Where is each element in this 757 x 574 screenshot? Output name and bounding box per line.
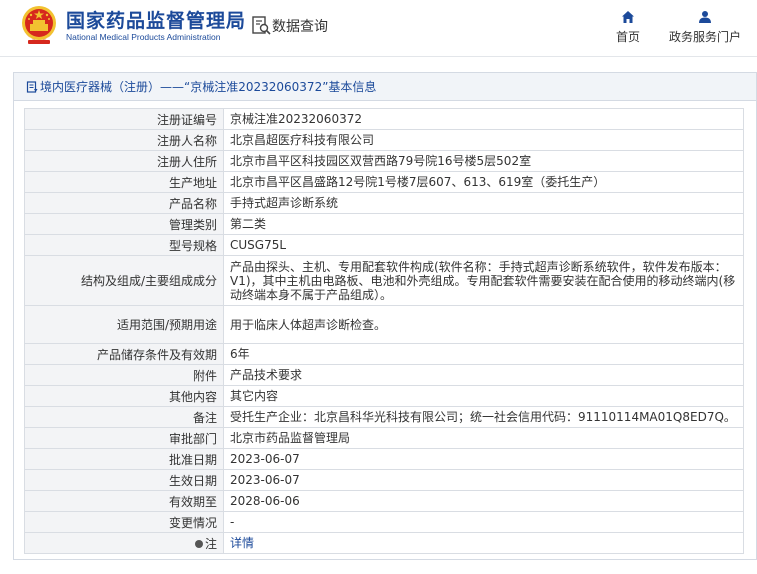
row-value: 手持式超声诊断系统 [223, 192, 744, 214]
row-value: 详情 [223, 532, 744, 554]
row-value: 6年 [223, 343, 744, 365]
row-value: 2023-06-07 [223, 448, 744, 470]
table-row: 结构及组成/主要组成成分 产品由探头、主机、专用配套软件构成(软件名称：手持式超… [24, 255, 744, 306]
table-row: 审批部门 北京市药品监督管理局 [24, 427, 744, 449]
table-row: 注册人住所 北京市昌平区科技园区双营西路79号院16号楼5层502室 [24, 150, 744, 172]
note-bullet-icon [194, 539, 203, 548]
table-row: 变更情况 - [24, 511, 744, 533]
table-row: 生效日期 2023-06-07 [24, 469, 744, 491]
table-row: 注册人名称 北京昌超医疗科技有限公司 [24, 129, 744, 151]
row-value: 北京市药品监督管理局 [223, 427, 744, 449]
table-row: 备注 受托生产企业：北京昌科华光科技有限公司；统一社会信用代码：91110114… [24, 406, 744, 428]
table-row: 其他内容 其它内容 [24, 385, 744, 407]
row-key: 产品名称 [24, 192, 224, 214]
row-value: 产品技术要求 [223, 364, 744, 386]
table-row: 生产地址 北京市昌平区昌盛路12号院1号楼7层607、613、619室（委托生产… [24, 171, 744, 193]
nav-gov-service-portal-link[interactable]: 政务服务门户 [666, 10, 744, 45]
nav-home-label: 首页 [615, 30, 640, 44]
row-value: 京械注准20232060372 [223, 108, 744, 130]
row-value: 其它内容 [223, 385, 744, 407]
row-value: 北京昌超医疗科技有限公司 [223, 129, 744, 151]
row-key: 适用范围/预期用途 [24, 305, 224, 344]
table-row: 产品名称 手持式超声诊断系统 [24, 192, 744, 214]
table-row: 注 详情 [24, 532, 744, 554]
row-key: 注册证编号 [24, 108, 224, 130]
row-key: 附件 [24, 364, 224, 386]
row-key: 生产地址 [24, 171, 224, 193]
table-row: 注册证编号 京械注准20232060372 [24, 108, 744, 130]
data-query-label: 数据查询 [272, 19, 328, 35]
registration-info-panel: 境内医疗器械（注册）——“京械注准20232060372”基本信息 注册证编号 … [13, 72, 757, 560]
row-key: 备注 [24, 406, 224, 428]
row-key: 变更情况 [24, 511, 224, 533]
table-row: 批准日期 2023-06-07 [24, 448, 744, 470]
row-value: 产品由探头、主机、专用配套软件构成(软件名称：手持式超声诊断系统软件，软件发布版… [223, 255, 744, 306]
row-value: CUSG75L [223, 234, 744, 256]
home-icon [622, 11, 634, 23]
row-key: 生效日期 [24, 469, 224, 491]
row-value: 北京市昌平区昌盛路12号院1号楼7层607、613、619室（委托生产） [223, 171, 744, 193]
row-key: 产品储存条件及有效期 [24, 343, 224, 365]
row-key: 注册人名称 [24, 129, 224, 151]
table-row: 产品储存条件及有效期 6年 [24, 343, 744, 365]
user-icon [699, 11, 711, 23]
row-key: 管理类别 [24, 213, 224, 235]
row-value: 2028-06-06 [223, 490, 744, 512]
row-key: 其他内容 [24, 385, 224, 407]
row-key: 审批部门 [24, 427, 224, 449]
registration-info-table: 注册证编号 京械注准20232060372 注册人名称 北京昌超医疗科技有限公司… [24, 108, 744, 554]
row-value: 第二类 [223, 213, 744, 235]
row-value: - [223, 511, 744, 533]
details-link[interactable]: 详情 [230, 536, 254, 550]
panel-title: 境内医疗器械（注册）——“京械注准20232060372”基本信息 [14, 73, 756, 101]
panel-title-text: 境内医疗器械（注册）——“京械注准20232060372”基本信息 [40, 80, 377, 94]
table-row: 型号规格 CUSG75L [24, 234, 744, 256]
nav-home-link[interactable]: 首页 [610, 10, 646, 45]
site-header: 国家药品监督管理局 National Medical Products Admi… [0, 0, 757, 57]
table-row: 管理类别 第二类 [24, 213, 744, 235]
row-key: 型号规格 [24, 234, 224, 256]
document-icon [26, 81, 38, 93]
data-search-icon [252, 16, 271, 35]
national-emblem-icon [22, 6, 56, 44]
note-key-label: 注 [204, 536, 217, 551]
table-row: 有效期至 2028-06-06 [24, 490, 744, 512]
row-key: 有效期至 [24, 490, 224, 512]
table-row: 附件 产品技术要求 [24, 364, 744, 386]
row-value: 用于临床人体超声诊断检查。 [223, 305, 744, 344]
nav-portal-label: 政务服务门户 [668, 30, 741, 44]
brand-title-en: National Medical Products Administration [66, 32, 221, 42]
row-key: 结构及组成/主要组成成分 [24, 255, 224, 306]
row-value: 北京市昌平区科技园区双营西路79号院16号楼5层502室 [223, 150, 744, 172]
row-value: 受托生产企业：北京昌科华光科技有限公司；统一社会信用代码：91110114MA0… [223, 406, 744, 428]
row-key: 批准日期 [24, 448, 224, 470]
row-key-note: 注 [24, 532, 224, 554]
brand-title-cn: 国家药品监督管理局 [66, 10, 247, 32]
row-key: 注册人住所 [24, 150, 224, 172]
row-value: 2023-06-07 [223, 469, 744, 491]
table-row: 适用范围/预期用途 用于临床人体超声诊断检查。 [24, 305, 744, 344]
